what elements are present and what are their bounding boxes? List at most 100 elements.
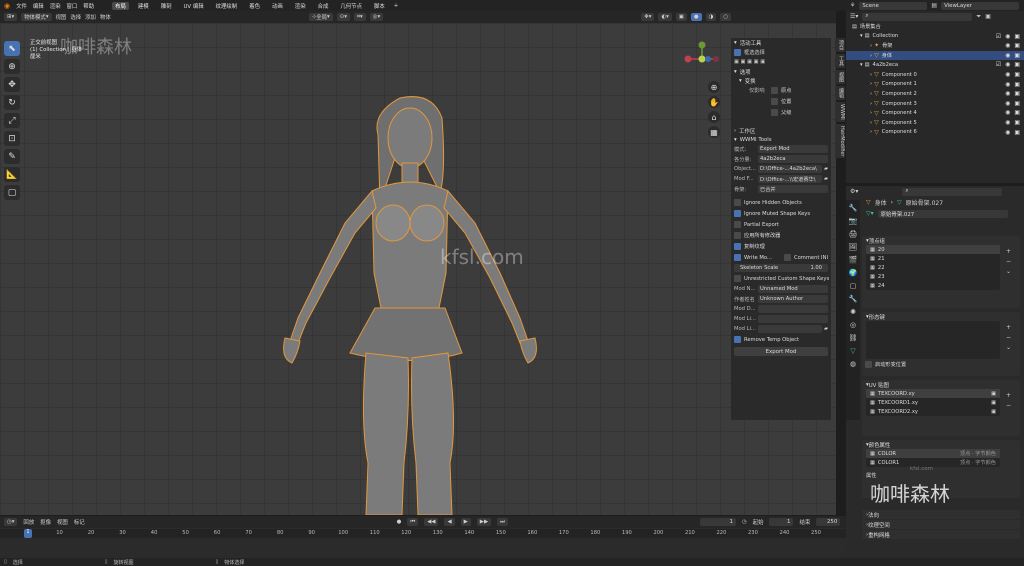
constraints-tab-icon[interactable]: ⛓ — [849, 334, 858, 342]
select-mode-icons[interactable]: ▣ ▣ ▣ ▣ ▣ — [734, 59, 765, 65]
prev-key-icon[interactable]: ◀◀ — [424, 518, 439, 526]
unrestricted-keys-row[interactable]: Unrestricted Custom Shape Keys — [731, 273, 831, 284]
playhead[interactable]: 1 — [24, 529, 32, 538]
color-attributes-header[interactable]: ▾ 颜色属性 — [862, 440, 1020, 449]
mesh-name-input[interactable]: 原始骨架.027 — [877, 209, 1008, 218]
object-tab-icon[interactable]: ▢ — [850, 282, 857, 290]
menu-render[interactable]: 渲染 — [50, 2, 61, 10]
xray-icon[interactable]: ▣ — [675, 13, 687, 21]
component-field-value[interactable]: 4a2b2eca — [758, 155, 828, 163]
properties-editor-icon[interactable]: ⚙▾ — [850, 188, 858, 195]
timeline-editor-icon[interactable]: ◷▾ — [4, 518, 18, 526]
remove-temp-checkbox[interactable] — [734, 336, 741, 343]
orientation-dropdown[interactable]: ⊹ 全局 ▾ — [308, 13, 333, 21]
skeleton-scale-field[interactable]: Skeleton Scale 1.00 — [731, 263, 831, 273]
shading-rendered-icon[interactable]: ○ — [720, 13, 732, 21]
timeline-menu-marker[interactable]: 标记 — [74, 518, 85, 526]
copy-textures-checkbox[interactable] — [734, 243, 741, 250]
apply-modifiers-checkbox[interactable] — [734, 232, 741, 239]
camera-icon[interactable]: ⌂ — [708, 111, 720, 123]
eye-icon[interactable]: ◉ — [1005, 71, 1010, 78]
merge-field-value[interactable]: 已合并 — [758, 185, 828, 193]
menu-window[interactable]: 窗口 — [67, 2, 78, 10]
checkbox-icon[interactable]: ☑ — [996, 33, 1001, 40]
remove-icon[interactable]: − — [1006, 258, 1011, 265]
pivot-icon[interactable]: ⊙▾ — [336, 13, 350, 21]
play-reverse-icon[interactable]: ◀ — [444, 518, 455, 526]
transform-icon[interactable]: ⊡ — [4, 131, 20, 146]
scene-selector[interactable]: Scene — [859, 1, 928, 10]
camera-icon[interactable]: ▣ — [1014, 52, 1020, 59]
eye-icon[interactable]: ◉ — [1005, 90, 1010, 97]
remesh-section[interactable]: › 重构网格 — [862, 530, 1020, 539]
data-tab-icon[interactable]: ▽ — [850, 347, 855, 355]
list-item[interactable]: ▦ COLOR 顶点 · 字节颜色 — [866, 449, 1000, 458]
sidebar-tab-view[interactable]: 视图 — [835, 70, 845, 84]
select-box-icon[interactable]: ⬉ — [4, 41, 20, 56]
shape-key-option-checkbox[interactable] — [865, 361, 872, 368]
timeline-ruler[interactable]: 10 20 30 40 50 60 70 80 90 100 110 120 130 140 150 160 1… — [0, 529, 846, 538]
camera-icon[interactable]: ▣ — [1014, 119, 1020, 126]
grid-icon[interactable]: ▦ — [708, 126, 720, 138]
gizmo-toggle-icon[interactable]: ✥▾ — [641, 13, 655, 21]
shape-keys-header[interactable]: ▾ 形态键 — [862, 312, 1020, 321]
shading-solid-icon[interactable]: ● — [690, 13, 702, 21]
viewport-menu-view[interactable]: 视图 — [56, 13, 67, 21]
outliner-row-component[interactable]: › ▽ Component 0 ◉ ▣ — [846, 70, 1024, 80]
select-box-tool-icon[interactable] — [734, 48, 741, 56]
eye-icon[interactable]: ◉ — [1005, 129, 1010, 136]
mod-logo-input[interactable] — [758, 325, 822, 333]
camera-icon[interactable]: ▣ — [1014, 109, 1020, 116]
partial-export-checkbox[interactable] — [734, 221, 741, 228]
tab-modeling[interactable]: 建模 — [135, 2, 152, 10]
chevron-down-icon[interactable]: ⌄ — [1006, 268, 1011, 275]
vertex-groups-header[interactable]: ▾ 顶点组 — [862, 236, 1020, 245]
workspace-header[interactable]: › 工作区 — [731, 126, 831, 135]
outliner-row-component[interactable]: › ▽ Component 6 ◉ ▣ — [846, 128, 1024, 138]
cursor-icon[interactable]: ⊕ — [4, 59, 20, 74]
mod-link-input[interactable] — [758, 315, 828, 323]
apply-modifiers-row[interactable]: 应用所有修改器 — [731, 230, 831, 241]
checkbox-icon[interactable]: ☑ — [996, 61, 1001, 68]
expand-arrow-icon[interactable]: › — [870, 53, 872, 59]
eye-icon[interactable]: ◉ — [1005, 100, 1010, 107]
tab-sculpting[interactable]: 雕刻 — [158, 2, 175, 10]
tab-shading[interactable]: 着色 — [246, 2, 263, 10]
sidebar-tab-item[interactable]: 项目 — [835, 38, 845, 52]
overlay-toggle-icon[interactable]: ◐▾ — [658, 13, 672, 21]
ignore-hidden-row[interactable]: Ignore Hidden Objects — [731, 197, 831, 208]
object-field-value[interactable]: D:\Office-...4a2b2eca\ — [758, 165, 822, 173]
chevron-down-icon[interactable]: ⌄ — [1006, 344, 1011, 351]
mod-name-input[interactable]: Unnamed Mod — [758, 285, 828, 293]
camera-icon[interactable]: ▣ — [991, 391, 996, 397]
outliner-row-component[interactable]: › ▽ Component 4 ◉ ▣ — [846, 108, 1024, 118]
viewport-menu-object[interactable]: 物体 — [100, 13, 111, 21]
expand-arrow-icon[interactable]: ▾ — [860, 62, 863, 68]
tab-compositing[interactable]: 合成 — [315, 2, 332, 10]
filter-icon[interactable]: ⏷ — [976, 13, 981, 21]
start-frame-input[interactable]: 1 — [769, 518, 794, 526]
normals-section[interactable]: › 法向 — [862, 510, 1020, 519]
next-key-icon[interactable]: ▶▶ — [476, 518, 492, 526]
camera-icon[interactable]: ▣ — [991, 400, 996, 406]
eye-icon[interactable]: ◉ — [1005, 119, 1010, 126]
sidebar-tab-wwmi[interactable]: WWMI — [835, 102, 845, 122]
remove-icon[interactable]: − — [1006, 334, 1011, 341]
expand-arrow-icon[interactable]: › — [870, 43, 872, 49]
affect-parents-row[interactable]: 父级 — [731, 107, 831, 118]
outliner-row-component[interactable]: › ▽ Component 5 ◉ ▣ — [846, 118, 1024, 128]
outliner-editor-icon[interactable]: ☰▾ — [850, 13, 858, 20]
tool-tab-icon[interactable]: 🔧 — [849, 204, 858, 212]
affect-locations-row[interactable]: 位置 — [731, 96, 831, 107]
ignore-hidden-checkbox[interactable] — [734, 199, 741, 206]
options-header[interactable]: ▾ 选项 — [731, 67, 831, 76]
list-item[interactable]: ▦ 23 — [866, 272, 1000, 281]
output-tab-icon[interactable]: 🖨 — [849, 230, 858, 238]
camera-icon[interactable]: ▣ — [1014, 33, 1020, 40]
physics-tab-icon[interactable]: ◎ — [850, 321, 856, 329]
list-item[interactable]: ▦ TEXCOORD.xy ▣ — [866, 389, 1000, 398]
tab-animation[interactable]: 动画 — [269, 2, 286, 10]
list-item[interactable]: ▦ 22 — [866, 263, 1000, 272]
current-frame-input[interactable]: 1 — [699, 518, 736, 526]
camera-icon[interactable]: ▣ — [1014, 81, 1020, 88]
